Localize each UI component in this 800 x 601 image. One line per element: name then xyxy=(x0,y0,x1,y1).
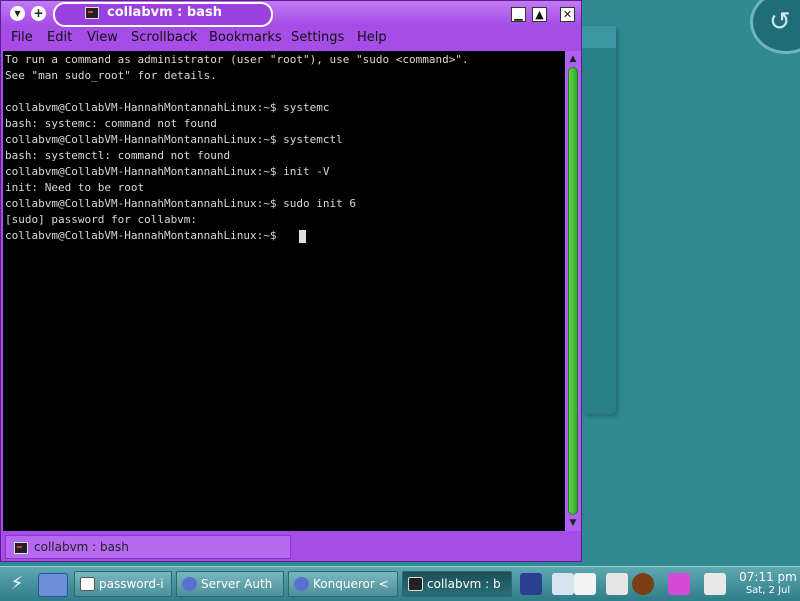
task-label: Server Auth xyxy=(201,577,273,591)
terminal-line: collabvm@CollabVM-HannahMontannahLinux:~… xyxy=(5,229,284,242)
document-icon[interactable] xyxy=(574,573,596,595)
document-icon xyxy=(80,577,95,591)
terminal-line: bash: systemc: command not found xyxy=(5,117,217,130)
background-window xyxy=(582,26,616,414)
terminal-line: To run a command as administrator (user … xyxy=(5,53,469,66)
titlebar[interactable]: ▾ + collabvm : bash ▁ ▲ ✕ xyxy=(1,1,581,27)
terminal-icon xyxy=(85,7,99,19)
terminal-line: collabvm@CollabVM-HannahMontannahLinux:~… xyxy=(5,165,330,178)
text-cursor xyxy=(299,230,306,243)
terminal-line: collabvm@CollabVM-HannahMontannahLinux:~… xyxy=(5,197,356,210)
menu-scrollback[interactable]: Scrollback xyxy=(131,30,198,45)
terminal-line: See "man sudo_root" for details. xyxy=(5,69,217,82)
scroll-up-icon[interactable]: ▲ xyxy=(567,53,579,65)
gear-icon xyxy=(294,577,309,591)
menu-bookmarks[interactable]: Bookmarks xyxy=(209,30,282,45)
menu-settings[interactable]: Settings xyxy=(291,30,344,45)
clock-time[interactable]: 07:11 pm xyxy=(738,570,798,584)
scrollbar-thumb[interactable] xyxy=(568,67,578,515)
konsole-window: ▾ + collabvm : bash ▁ ▲ ✕ File Edit View… xyxy=(0,0,582,562)
terminal-line: [sudo] password for collabvm: xyxy=(5,213,198,226)
corner-widget[interactable]: ↺ xyxy=(750,0,800,54)
refresh-icon: ↺ xyxy=(769,7,791,37)
menu-file[interactable]: File xyxy=(11,30,33,45)
kmenu-icon[interactable]: ⚡ xyxy=(2,572,32,596)
minimize-button[interactable]: ▁ xyxy=(511,7,526,22)
task-label: Konqueror < xyxy=(313,577,389,591)
close-button[interactable]: ✕ xyxy=(560,7,575,22)
task-label: password-i xyxy=(99,577,164,591)
menu-view[interactable]: View xyxy=(87,30,118,45)
task-konqueror[interactable]: Konqueror < xyxy=(288,571,398,597)
menubar: File Edit View Scrollback Bookmarks Sett… xyxy=(1,27,581,49)
task-server-auth[interactable]: Server Auth xyxy=(176,571,284,597)
menu-help[interactable]: Help xyxy=(357,30,387,45)
terminal-icon xyxy=(408,577,423,591)
tabbar: collabvm : bash xyxy=(1,533,581,561)
tab-label: collabvm : bash xyxy=(34,540,129,554)
terminal-line: collabvm@CollabVM-HannahMontannahLinux:~… xyxy=(5,101,330,114)
home-folder-icon[interactable] xyxy=(38,573,68,597)
terminal-line: collabvm@CollabVM-HannahMontannahLinux:~… xyxy=(5,133,343,146)
clock-date[interactable]: Sat, 2 Jul xyxy=(738,585,798,596)
background-window-header xyxy=(582,26,616,48)
gear-icon[interactable] xyxy=(632,573,654,595)
window-menu-button[interactable]: ▾ xyxy=(10,6,25,21)
terminal-line: init: Need to be root xyxy=(5,181,145,194)
gear-icon xyxy=(182,577,197,591)
task-collabvm[interactable]: collabvm : b xyxy=(402,571,512,597)
chat-icon[interactable] xyxy=(668,573,690,595)
session-tab[interactable]: collabvm : bash xyxy=(5,535,291,559)
task-label: collabvm : b xyxy=(427,577,501,591)
notes-icon[interactable] xyxy=(606,573,628,595)
sticky-button[interactable]: + xyxy=(31,6,46,21)
task-password[interactable]: password-i xyxy=(74,571,172,597)
network-icon[interactable] xyxy=(520,573,542,595)
terminal-area[interactable]: To run a command as administrator (user … xyxy=(3,51,565,531)
maximize-button[interactable]: ▲ xyxy=(532,7,547,22)
clipboard-icon[interactable] xyxy=(552,573,574,595)
taskbar: ⚡ password-i Server Auth Konqueror < col… xyxy=(0,566,800,601)
terminal-icon xyxy=(14,542,28,554)
window-title: collabvm : bash xyxy=(107,5,222,20)
title-pill: collabvm : bash xyxy=(53,2,273,27)
terminal-line: bash: systemctl: command not found xyxy=(5,149,231,162)
scroll-down-icon[interactable]: ▼ xyxy=(567,517,579,529)
menu-edit[interactable]: Edit xyxy=(47,30,72,45)
scrollbar[interactable]: ▲ ▼ xyxy=(565,51,581,531)
usb-icon[interactable] xyxy=(704,573,726,595)
